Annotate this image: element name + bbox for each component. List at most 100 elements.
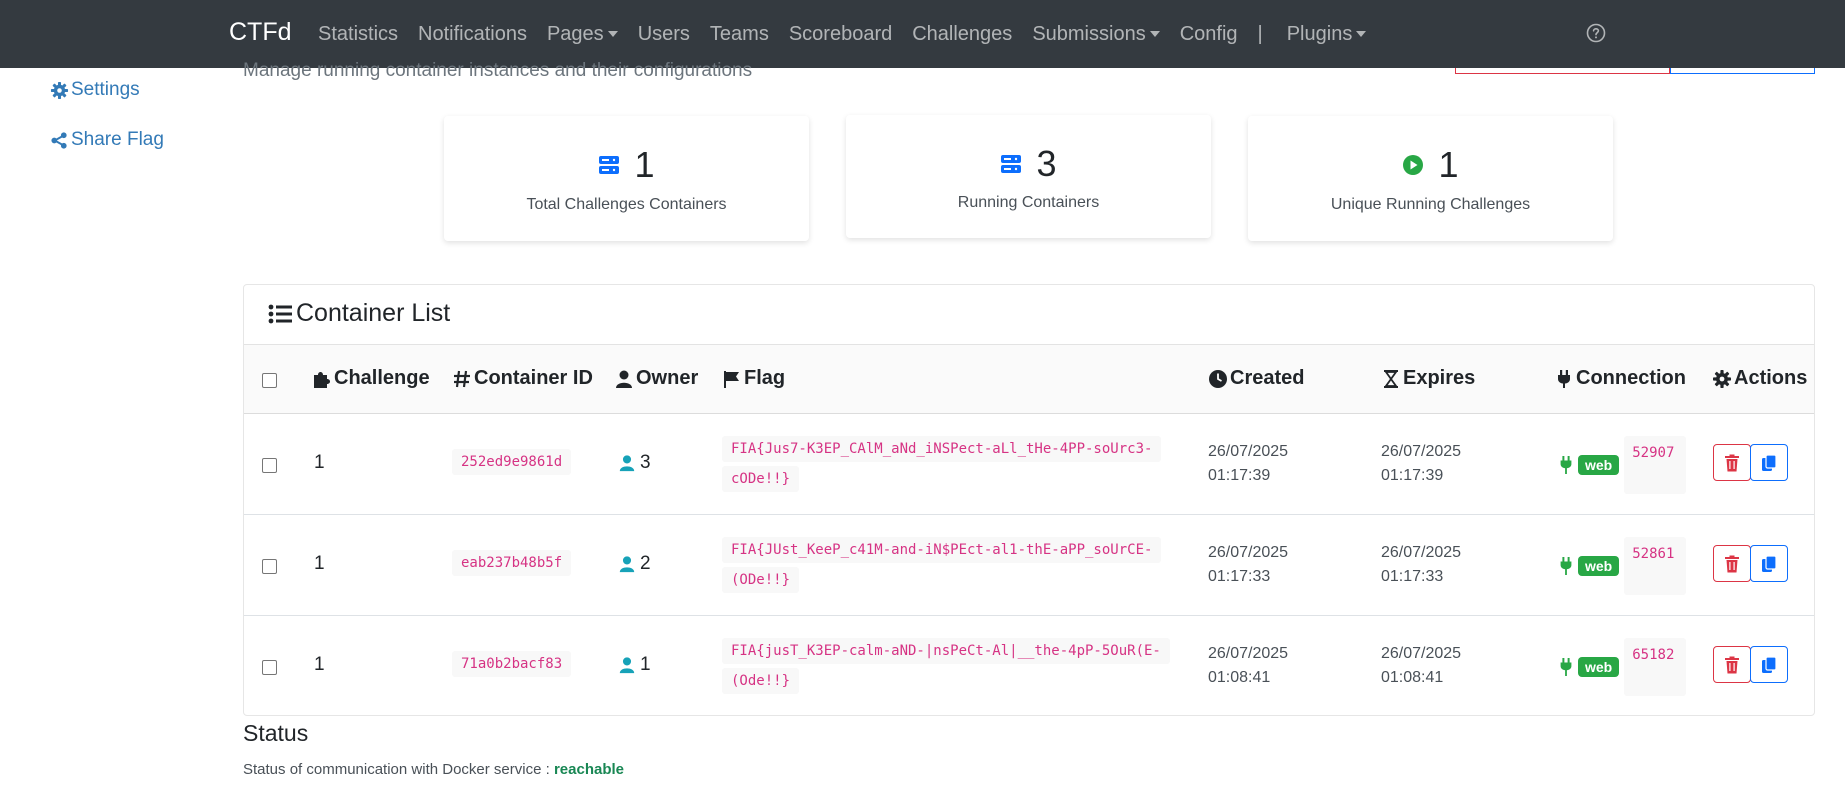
sidebar-share-flag-label: Share Flag [71, 129, 164, 150]
delete-button[interactable] [1713, 646, 1751, 683]
expires-datetime: 26/07/2025 01:17:39 [1381, 443, 1462, 484]
stat-card-total-containers: 1 Total Challenges Containers [444, 116, 809, 241]
flag-value: FIA{jusT_K3EP-calm-aND-|nsPeCt-Al|__the-… [722, 636, 1192, 696]
header-danger-button[interactable] [1455, 68, 1670, 74]
nav-scoreboard[interactable]: Scoreboard [789, 23, 892, 46]
expires-datetime: 26/07/2025 01:17:33 [1381, 544, 1462, 585]
delete-button[interactable] [1713, 444, 1751, 481]
hashtag-icon [454, 370, 470, 387]
top-navbar: CTFd Statistics Notifications Pages User… [0, 0, 1845, 68]
challenge-id: 1 [314, 553, 325, 574]
user-icon [616, 370, 632, 388]
chevron-down-icon [607, 31, 618, 37]
connection-cell: web 65182 [1557, 638, 1687, 696]
column-expires[interactable]: Expires [1381, 367, 1475, 390]
table-header: Challenge Container ID Owner Flag Create… [244, 344, 1814, 414]
docker-status-text: Status of communication with Docker serv… [243, 761, 625, 778]
delete-button[interactable] [1713, 545, 1751, 582]
chevron-down-icon [1149, 31, 1160, 37]
created-datetime: 26/07/2025 01:08:41 [1208, 645, 1289, 686]
owner-id: 1 [640, 654, 651, 675]
column-actions[interactable]: Actions [1712, 367, 1807, 390]
column-container-id[interactable]: Container ID [452, 367, 593, 390]
container-id: 252ed9e9861d [452, 449, 572, 475]
gear-icon [50, 81, 69, 99]
nav-users[interactable]: Users [638, 23, 690, 46]
owner-id: 2 [640, 553, 651, 574]
docker-status-value: reachable [553, 761, 625, 778]
nav-config[interactable]: Config [1180, 23, 1238, 46]
nav-notifications[interactable]: Notifications [418, 23, 527, 46]
table-row: 1 71a0b2bacf83 1 FIA{jusT_K3EP-calm-aND-… [244, 616, 1814, 717]
expires-datetime: 26/07/2025 01:08:41 [1381, 645, 1462, 686]
connection-type-badge: web [1578, 657, 1620, 677]
stat-label: Unique Running Challenges [1330, 196, 1531, 213]
plug-icon [1560, 557, 1572, 575]
brand-logo[interactable]: CTFd [229, 18, 292, 47]
list-icon [268, 304, 292, 323]
flag-value: FIA{Jus7-K3EP_CAlM_aNd_iNSPect-aLl_tHe-4… [722, 434, 1192, 494]
user-icon [619, 556, 635, 573]
trash-icon [1725, 555, 1739, 572]
created-datetime: 26/07/2025 01:17:33 [1208, 544, 1289, 585]
sidebar-settings-label: Settings [71, 79, 140, 100]
connection-port[interactable]: 52861 [1624, 537, 1687, 595]
sidebar-settings-link[interactable]: Settings [50, 79, 140, 101]
page-subtitle: Manage running container instances and t… [243, 60, 753, 81]
connection-cell: web 52861 [1557, 537, 1687, 595]
copy-button[interactable] [1750, 444, 1788, 481]
user-icon [619, 657, 635, 674]
copy-icon [1762, 554, 1777, 572]
nav-submissions[interactable]: Submissions [1032, 23, 1160, 46]
row-checkbox[interactable] [262, 559, 277, 574]
plug-icon [1560, 456, 1572, 474]
owner-cell: 1 [618, 654, 651, 676]
question-circle-icon[interactable] [1586, 23, 1606, 43]
copy-icon [1762, 655, 1777, 673]
play-circle-icon [1403, 155, 1424, 175]
flag-value: FIA{JUst_KeeP_c41M-and-iN$PEct-al1-thE-a… [722, 535, 1192, 595]
trash-icon [1725, 656, 1739, 673]
column-flag[interactable]: Flag [722, 367, 785, 390]
nav-teams[interactable]: Teams [710, 23, 769, 46]
nav-plugins[interactable]: Plugins [1287, 23, 1367, 46]
stat-card-unique-challenges: 1 Unique Running Challenges [1248, 116, 1613, 241]
nav-challenges[interactable]: Challenges [912, 23, 1012, 46]
challenge-id: 1 [314, 654, 325, 675]
container-list-panel: Container List Challenge Container ID Ow… [243, 284, 1815, 716]
header-primary-button[interactable] [1670, 68, 1815, 74]
owner-cell: 3 [618, 452, 651, 474]
nav-statistics[interactable]: Statistics [318, 23, 398, 46]
created-datetime: 26/07/2025 01:17:39 [1208, 443, 1289, 484]
challenge-id: 1 [314, 452, 325, 473]
column-created[interactable]: Created [1208, 367, 1304, 390]
plug-icon [1560, 658, 1572, 676]
nav-pages[interactable]: Pages [547, 23, 618, 46]
stat-value: 1 [634, 144, 655, 185]
chevron-down-icon [1356, 31, 1367, 37]
container-id: 71a0b2bacf83 [452, 651, 572, 677]
hourglass-icon [1384, 369, 1398, 388]
connection-port[interactable]: 52907 [1624, 436, 1687, 494]
clock-icon [1209, 369, 1227, 388]
share-nodes-icon [51, 131, 67, 149]
row-checkbox[interactable] [262, 660, 277, 675]
column-connection[interactable]: Connection [1554, 367, 1686, 390]
connection-type-badge: web [1578, 556, 1620, 576]
sidebar-share-flag-link[interactable]: Share Flag [50, 129, 164, 151]
server-icon [599, 156, 620, 174]
connection-port[interactable]: 65182 [1624, 638, 1687, 696]
row-checkbox[interactable] [262, 458, 277, 473]
stat-value: 1 [1438, 144, 1459, 185]
status-heading: Status [243, 720, 309, 746]
column-challenge[interactable]: Challenge [312, 367, 430, 390]
stat-label: Total Challenges Containers [526, 196, 727, 213]
copy-button[interactable] [1750, 646, 1788, 683]
nav-menu: Statistics Notifications Pages Users Tea… [318, 0, 1386, 68]
container-id: eab237b48b5f [452, 550, 572, 576]
plug-icon [1558, 369, 1570, 388]
select-all-checkbox[interactable] [262, 373, 277, 388]
copy-button[interactable] [1750, 545, 1788, 582]
owner-id: 3 [640, 452, 651, 473]
column-owner[interactable]: Owner [614, 367, 698, 390]
